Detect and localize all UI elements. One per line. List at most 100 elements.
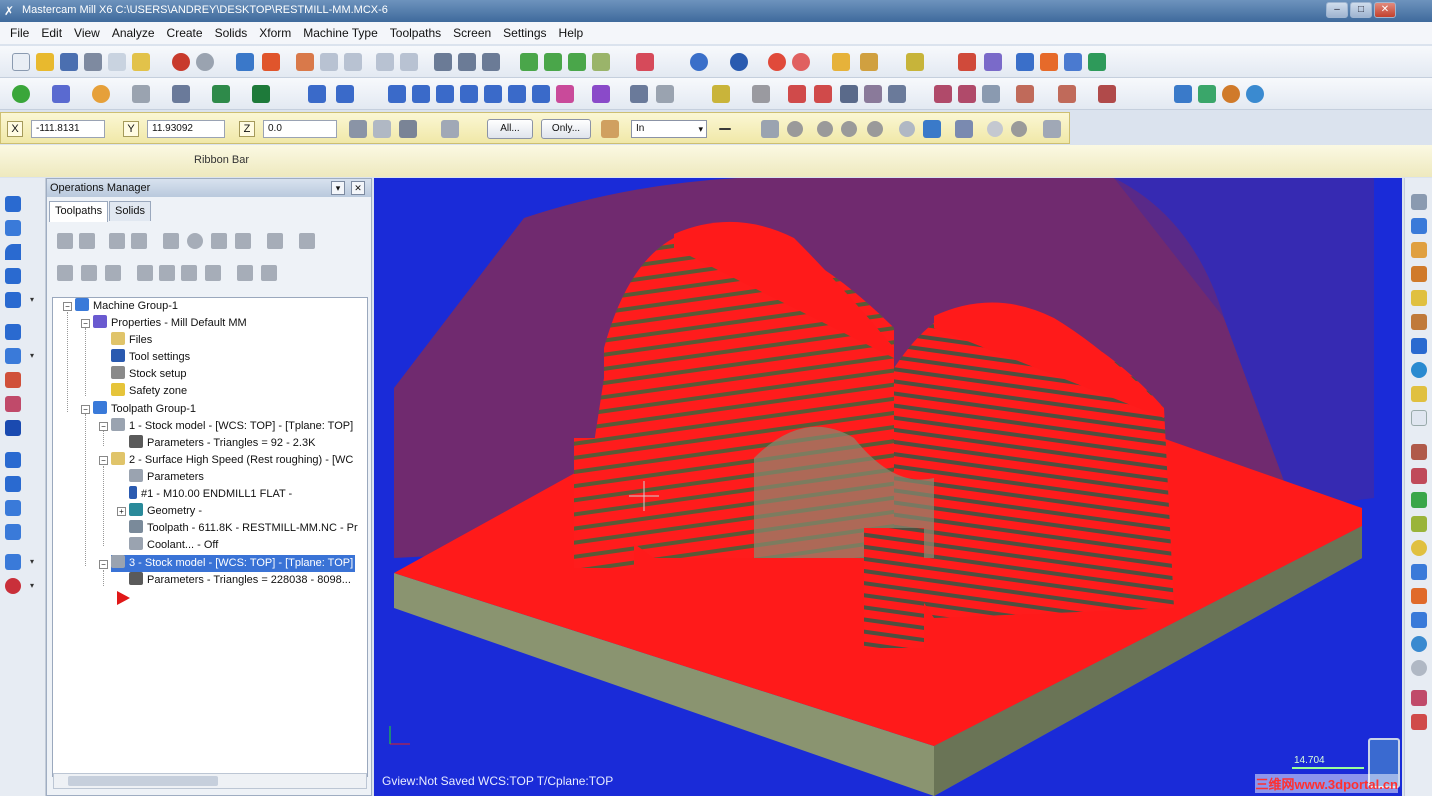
open-file-icon[interactable] xyxy=(36,53,54,71)
sim-backplot-icon[interactable] xyxy=(1198,85,1216,103)
line-style-icon[interactable] xyxy=(719,128,731,130)
hidden-line-icon[interactable] xyxy=(544,53,562,71)
solid-revolve-icon[interactable] xyxy=(814,85,832,103)
drill-toolpath-icon[interactable] xyxy=(5,244,21,260)
axis-icon[interactable] xyxy=(1411,338,1427,354)
level-manager-icon[interactable] xyxy=(636,53,654,71)
note-right-icon[interactable] xyxy=(1411,410,1427,426)
transform-toolpath-icon[interactable] xyxy=(5,500,21,516)
tree-parameters-1[interactable]: Parameters - Triangles = 92 - 2.3K xyxy=(129,435,315,452)
tab-solids[interactable]: Solids xyxy=(109,201,151,221)
rotate-icon[interactable] xyxy=(412,85,430,103)
z-coordinate-field[interactable]: 0.0 xyxy=(263,120,337,138)
solid-trim-icon[interactable] xyxy=(888,85,906,103)
panel-menu-icon[interactable]: ▾ xyxy=(331,181,345,195)
circle-mill-icon[interactable] xyxy=(5,420,21,436)
manual-entry-icon[interactable] xyxy=(5,554,21,570)
tree-safety-zone[interactable]: Safety zone xyxy=(111,383,187,400)
surface-finish-icon[interactable] xyxy=(5,348,21,364)
minimize-button[interactable]: – xyxy=(1326,2,1348,18)
color-right-icon[interactable] xyxy=(1411,690,1427,706)
undo-icon[interactable] xyxy=(172,53,190,71)
dimension-icon[interactable] xyxy=(984,53,1002,71)
line-icon[interactable] xyxy=(52,85,70,103)
solid-extrude-icon[interactable] xyxy=(788,85,806,103)
close-button[interactable]: ✕ xyxy=(1374,2,1396,18)
menu-machine-type[interactable]: Machine Type xyxy=(297,26,384,40)
tree-stock-setup[interactable]: Stock setup xyxy=(111,366,186,383)
vector-select-icon[interactable] xyxy=(867,121,883,137)
mirror-icon[interactable] xyxy=(436,85,454,103)
translate-icon[interactable] xyxy=(388,85,406,103)
feature-icon[interactable] xyxy=(1016,85,1034,103)
engrave-icon[interactable] xyxy=(5,396,21,412)
arc-right-icon[interactable] xyxy=(1411,564,1427,580)
fit-screen-icon[interactable] xyxy=(296,53,314,71)
snap-icon[interactable] xyxy=(1411,290,1427,306)
offset-icon[interactable] xyxy=(484,85,502,103)
sphere-right-icon[interactable] xyxy=(1411,362,1427,378)
y-coordinate-field[interactable]: 11.93092 xyxy=(147,120,225,138)
circle-right-icon[interactable] xyxy=(1411,540,1427,556)
lock-icon[interactable] xyxy=(57,265,73,281)
sim-verify-icon[interactable] xyxy=(1174,85,1192,103)
dropdown-arrow-icon[interactable]: ▾ xyxy=(30,351,34,360)
end-selection-icon[interactable] xyxy=(1011,121,1027,137)
selection-mask-icon[interactable] xyxy=(601,120,619,138)
nesting-icon[interactable] xyxy=(5,476,21,492)
tree-parameters-3[interactable]: Parameters - Triangles = 228038 - 8098..… xyxy=(129,572,351,589)
break-icon[interactable] xyxy=(336,85,354,103)
menu-help[interactable]: Help xyxy=(553,26,590,40)
surface-trim-icon[interactable] xyxy=(982,85,1000,103)
color-icon[interactable] xyxy=(768,53,786,71)
solid-shell-icon[interactable] xyxy=(864,85,882,103)
zoom-target-icon[interactable] xyxy=(344,53,362,71)
simulate-icon[interactable] xyxy=(211,233,227,249)
trim-right-icon[interactable] xyxy=(1411,468,1427,484)
orange-box-icon[interactable] xyxy=(1040,53,1058,71)
expand-toggle[interactable]: − xyxy=(81,319,90,328)
lathe-icon[interactable] xyxy=(1098,85,1116,103)
clear-selection-icon[interactable] xyxy=(987,121,1003,137)
toolpath-contour-icon[interactable] xyxy=(592,85,610,103)
tree-files[interactable]: Files xyxy=(111,332,152,349)
insert-arrow-icon[interactable] xyxy=(181,265,197,281)
solid-fillet-icon[interactable] xyxy=(840,85,858,103)
verify-icon[interactable] xyxy=(187,233,203,249)
shape-right-icon[interactable] xyxy=(1411,612,1427,628)
scrollbar-thumb[interactable] xyxy=(68,776,218,786)
translucency-icon[interactable] xyxy=(592,53,610,71)
face-toolpath-icon[interactable] xyxy=(5,292,21,308)
zoom-window-icon[interactable] xyxy=(320,53,338,71)
globe-view-icon[interactable] xyxy=(690,53,708,71)
new-view-icon[interactable] xyxy=(1411,194,1427,210)
green-arrow-icon[interactable] xyxy=(1411,492,1427,508)
note-icon[interactable] xyxy=(752,85,770,103)
print-preview-icon[interactable] xyxy=(108,53,126,71)
circle-icon[interactable] xyxy=(92,85,110,103)
graphics-view-top-icon[interactable] xyxy=(434,53,452,71)
menu-screen[interactable]: Screen xyxy=(447,26,497,40)
menu-create[interactable]: Create xyxy=(161,26,209,40)
check-icon[interactable] xyxy=(958,53,976,71)
disable-icon[interactable] xyxy=(1411,660,1427,676)
cross-icon[interactable] xyxy=(1411,314,1427,330)
tree-tool[interactable]: #1 - M10.00 ENDMILL1 FLAT - xyxy=(129,486,292,503)
expand-toggle[interactable]: − xyxy=(99,560,108,569)
shaded-icon[interactable] xyxy=(568,53,586,71)
menu-edit[interactable]: Edit xyxy=(35,26,68,40)
polygon-select-icon[interactable] xyxy=(841,121,857,137)
zoom-out-icon[interactable] xyxy=(400,53,418,71)
pocket-toolpath-icon[interactable] xyxy=(5,268,21,284)
layers-icon[interactable] xyxy=(1411,266,1427,282)
ops-help-icon[interactable] xyxy=(299,233,315,249)
tree-toolpath-group[interactable]: Toolpath Group-1 xyxy=(93,401,196,418)
delete-entities-icon[interactable] xyxy=(236,53,254,71)
trim-toolpath-icon[interactable] xyxy=(5,452,21,468)
cursor-mode-icon[interactable] xyxy=(373,120,391,138)
rectangle-icon[interactable] xyxy=(132,85,150,103)
tree-geometry[interactable]: Geometry - xyxy=(129,503,202,520)
surface-rough-icon[interactable] xyxy=(5,324,21,340)
dropdown-arrow-icon[interactable]: ▾ xyxy=(30,295,34,304)
expand-toggle[interactable]: − xyxy=(81,405,90,414)
